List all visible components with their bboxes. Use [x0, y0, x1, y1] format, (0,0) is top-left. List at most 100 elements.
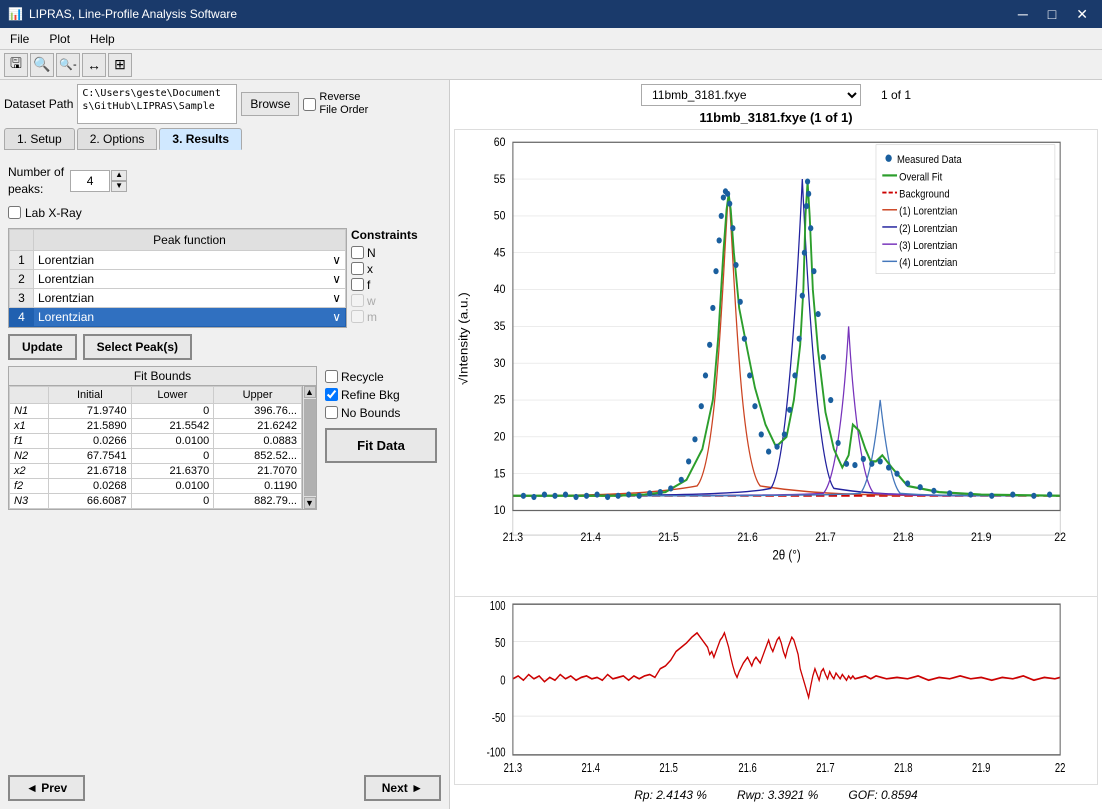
upper-value: 21.7070 — [214, 463, 302, 478]
maximize-button[interactable]: □ — [1042, 6, 1062, 23]
recycle-checkbox[interactable] — [325, 370, 338, 383]
tool-zoom-in-button[interactable]: 🔍 — [30, 53, 54, 77]
tab-setup[interactable]: 1. Setup — [4, 128, 75, 150]
fit-bounds-content: Initial Lower Upper N1 71.9740 — [9, 386, 316, 509]
peak-function-value: Lorentzian — [38, 272, 94, 286]
select-peaks-button[interactable]: Select Peak(s) — [83, 334, 192, 360]
peak-row-num: 4 — [10, 307, 34, 326]
peak-num-header — [10, 229, 34, 250]
svg-text:100: 100 — [490, 600, 506, 614]
svg-text:-50: -50 — [492, 712, 506, 726]
svg-text:(4) Lorentzian: (4) Lorentzian — [899, 258, 958, 270]
peak-function-cell[interactable]: Lorentzian ∨ — [34, 269, 346, 288]
peak-row-num: 2 — [10, 269, 34, 288]
menu-plot[interactable]: Plot — [39, 30, 80, 48]
svg-text:0: 0 — [500, 675, 505, 689]
table-row[interactable]: 4 Lorentzian ∨ — [10, 307, 346, 326]
initial-value: 21.6718 — [49, 463, 132, 478]
lab-xray-label: Lab X-Ray — [25, 206, 82, 220]
num-peaks-input[interactable] — [70, 170, 110, 192]
spinner-up-button[interactable]: ▲ — [111, 170, 127, 181]
constraint-N-checkbox[interactable] — [351, 246, 364, 259]
svg-text:45: 45 — [494, 247, 506, 260]
next-button[interactable]: Next ► — [364, 775, 441, 801]
dropdown-arrow-icon: ∨ — [332, 272, 341, 286]
param-label: N2 — [10, 448, 49, 463]
dropdown-arrow-icon: ∨ — [332, 291, 341, 305]
main-chart: 10 15 20 25 30 35 40 45 50 55 60 √Intens… — [454, 129, 1098, 597]
dropdown-arrow-icon: ∨ — [332, 310, 341, 324]
svg-text:21.8: 21.8 — [893, 532, 913, 545]
dataset-path-input[interactable]: C:\Users\geste\Document s\GitHub\LIPRAS\… — [77, 84, 237, 124]
fit-bounds-section: Fit Bounds Initial Lower Upper — [8, 366, 441, 510]
no-bounds-checkbox[interactable] — [325, 406, 338, 419]
svg-text:22: 22 — [1055, 762, 1066, 776]
stats-row: Rp: 2.4143 % Rwp: 3.3921 % GOF: 0.8594 — [454, 785, 1098, 805]
constraint-N: N — [351, 246, 441, 260]
update-button[interactable]: Update — [8, 334, 77, 360]
constraint-x-checkbox[interactable] — [351, 262, 364, 275]
spinner-down-button[interactable]: ▼ — [111, 181, 127, 192]
titlebar-controls: ─ □ ✕ — [1012, 6, 1094, 23]
tool-zoom-out-button[interactable]: 🔍- — [56, 53, 80, 77]
svg-text:40: 40 — [494, 284, 506, 297]
peak-function-table: Peak function 1 Lorentzian ∨ — [9, 229, 346, 327]
constraint-m-checkbox[interactable] — [351, 310, 364, 323]
svg-text:21.6: 21.6 — [738, 762, 756, 776]
constraints-title: Constraints — [351, 228, 441, 242]
peak-function-cell[interactable]: Lorentzian ∨ — [34, 307, 346, 326]
menu-file[interactable]: File — [0, 30, 39, 48]
tab-results[interactable]: 3. Results — [159, 128, 242, 150]
initial-value: 21.5890 — [49, 418, 132, 433]
constraint-w-checkbox[interactable] — [351, 294, 364, 307]
svg-text:15: 15 — [494, 468, 506, 481]
svg-text:21.7: 21.7 — [816, 762, 834, 776]
minimize-button[interactable]: ─ — [1012, 6, 1034, 23]
table-row: N1 71.9740 0 396.76... — [10, 403, 302, 418]
fit-bounds-scrollbar[interactable]: ▲ ▼ — [302, 386, 316, 509]
scroll-up-button[interactable]: ▲ — [304, 386, 316, 398]
file-dropdown[interactable]: 11bmb_3181.fxye — [641, 84, 861, 106]
svg-text:22: 22 — [1054, 532, 1066, 545]
svg-text:21.7: 21.7 — [815, 532, 835, 545]
app-icon: 📊 — [8, 7, 23, 21]
menu-help[interactable]: Help — [80, 30, 125, 48]
lower-value: 21.5542 — [131, 418, 214, 433]
lower-value: 0 — [131, 493, 214, 508]
reverse-order-checkbox[interactable] — [303, 98, 316, 111]
num-peaks-row: Number ofpeaks: ▲ ▼ — [8, 164, 441, 198]
tool-save-button[interactable]: 🖫 — [4, 53, 28, 77]
close-button[interactable]: ✕ — [1070, 6, 1094, 23]
tab-options[interactable]: 2. Options — [77, 128, 158, 150]
num-peaks-label: Number ofpeaks: — [8, 164, 64, 198]
table-row[interactable]: 2 Lorentzian ∨ — [10, 269, 346, 288]
peak-function-cell[interactable]: Lorentzian ∨ — [34, 288, 346, 307]
refine-bkg-checkbox[interactable] — [325, 388, 338, 401]
table-row[interactable]: 3 Lorentzian ∨ — [10, 288, 346, 307]
initial-value: 0.0268 — [49, 478, 132, 493]
residual-chart: 100 50 0 -50 -100 21.3 21.4 21.5 21.6 21… — [454, 597, 1098, 785]
fit-bounds-table: Initial Lower Upper N1 71.9740 — [9, 386, 302, 509]
lab-xray-checkbox[interactable] — [8, 206, 21, 219]
scroll-thumb[interactable] — [304, 399, 316, 496]
lab-xray-row: Lab X-Ray — [8, 206, 441, 220]
prev-button[interactable]: ◄ Prev — [8, 775, 85, 801]
scroll-down-button[interactable]: ▼ — [304, 497, 316, 509]
table-row[interactable]: 1 Lorentzian ∨ — [10, 250, 346, 269]
constraints-panel: Constraints N x f w — [351, 228, 441, 328]
tool-grid-button[interactable]: ⊞ — [108, 53, 132, 77]
constraint-w-label: w — [367, 294, 376, 308]
svg-text:50: 50 — [495, 637, 506, 651]
svg-text:50: 50 — [494, 210, 506, 223]
constraint-f-checkbox[interactable] — [351, 278, 364, 291]
peak-function-area: Peak function 1 Lorentzian ∨ — [8, 228, 441, 328]
tool-pan-button[interactable]: ↔ — [82, 53, 106, 77]
svg-text:21.4: 21.4 — [581, 532, 602, 545]
fit-data-button[interactable]: Fit Data — [325, 428, 437, 463]
peak-row-num: 3 — [10, 288, 34, 307]
peak-function-cell[interactable]: Lorentzian ∨ — [34, 250, 346, 269]
dataset-path-label: Dataset Path — [4, 97, 73, 111]
browse-button[interactable]: Browse — [241, 92, 299, 116]
refine-bkg-label: Refine Bkg — [341, 388, 400, 402]
constraint-x-label: x — [367, 262, 373, 276]
